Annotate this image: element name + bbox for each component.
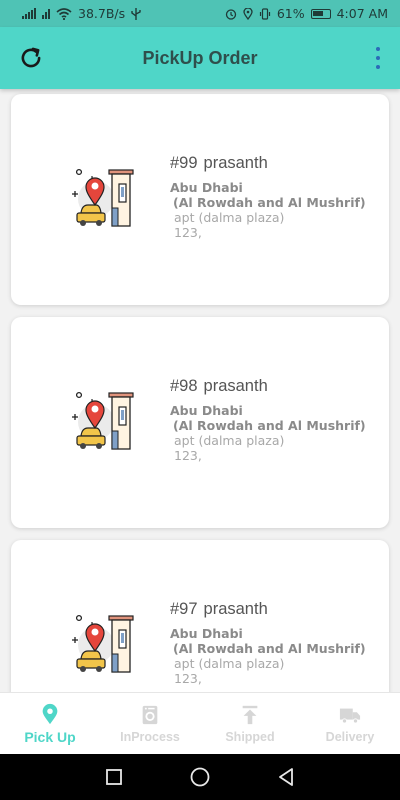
order-city: Abu Dhabi: [170, 626, 243, 641]
order-details: #97 prasanth Abu Dhabi (Al Rowdah and Al …: [170, 600, 380, 686]
order-apartment: apt (dalma plaza): [174, 210, 285, 225]
pickup-location-illustration-icon: [72, 391, 134, 450]
order-card[interactable]: #97 prasanth Abu Dhabi (Al Rowdah and Al …: [11, 540, 389, 692]
status-right: 61% 4:07 AM: [225, 6, 388, 21]
order-card[interactable]: #99 prasanth Abu Dhabi (Al Rowdah and Al …: [11, 94, 389, 305]
nav-label: Shipped: [225, 729, 275, 744]
customer-name: prasanth: [203, 154, 268, 172]
location-status-icon: [243, 7, 253, 20]
circle-icon: [190, 767, 210, 787]
back-triangle-icon: [279, 768, 293, 786]
more-options-button[interactable]: [374, 47, 382, 69]
alarm-icon: [225, 8, 236, 20]
back-button[interactable]: [243, 754, 329, 800]
order-list[interactable]: #99 prasanth Abu Dhabi (Al Rowdah and Al …: [0, 89, 400, 692]
square-icon: [106, 769, 122, 785]
status-left: 38.7B/s: [22, 6, 141, 21]
customer-name: prasanth: [203, 377, 268, 395]
order-title: #98 prasanth: [170, 377, 380, 396]
signal-x-icon: [42, 8, 50, 19]
order-area: (Al Rowdah and Al Mushrif): [173, 195, 366, 210]
nav-label: InProcess: [120, 729, 180, 744]
nav-shipped[interactable]: Shipped: [200, 693, 300, 754]
order-card[interactable]: #98 prasanth Abu Dhabi (Al Rowdah and Al …: [11, 317, 389, 528]
nav-label: Delivery: [325, 729, 375, 744]
home-button[interactable]: [157, 754, 243, 800]
vibrate-icon: [259, 7, 270, 20]
washing-machine-icon: [142, 705, 158, 724]
nav-label: Pick Up: [24, 728, 76, 745]
order-apartment: apt (dalma plaza): [174, 656, 285, 671]
more-vert-dot: [376, 56, 380, 60]
network-speed: 38.7B/s: [78, 6, 126, 21]
recents-button[interactable]: [71, 754, 157, 800]
page-title: PickUp Order: [142, 47, 258, 68]
nav-delivery[interactable]: Delivery: [300, 693, 400, 754]
order-city: Abu Dhabi: [170, 403, 243, 418]
location-pin-icon: [42, 703, 58, 724]
clock: 4:07 AM: [336, 6, 388, 21]
nav-inprocess[interactable]: InProcess: [100, 693, 200, 754]
battery-icon: [310, 8, 331, 19]
order-number: #99: [170, 154, 198, 172]
status-bar: 38.7B/s 61% 4:07 AM: [0, 0, 400, 27]
customer-name: prasanth: [203, 600, 268, 618]
order-details: #98 prasanth Abu Dhabi (Al Rowdah and Al …: [170, 377, 380, 463]
upload-icon: [242, 705, 258, 724]
truck-icon: [339, 708, 361, 724]
more-vert-dot: [376, 65, 380, 69]
order-title: #99 prasanth: [170, 154, 380, 173]
order-apartment: apt (dalma plaza): [174, 433, 285, 448]
refresh-button[interactable]: [18, 45, 44, 71]
wifi-icon: [56, 7, 72, 20]
order-city: Abu Dhabi: [170, 180, 243, 195]
usb-icon: [131, 7, 141, 20]
pickup-location-illustration-icon: [72, 168, 134, 227]
order-area: (Al Rowdah and Al Mushrif): [173, 418, 366, 433]
nav-pick-up[interactable]: Pick Up: [0, 693, 100, 754]
pickup-location-illustration-icon: [72, 614, 134, 673]
order-number: #98: [170, 377, 198, 395]
order-zip: 123,: [174, 448, 202, 463]
refresh-icon: [21, 47, 41, 68]
order-number: #97: [170, 600, 198, 618]
battery-percent: 61%: [276, 6, 305, 21]
app-bar: PickUp Order: [0, 27, 400, 89]
order-zip: 123,: [174, 671, 202, 686]
order-area: (Al Rowdah and Al Mushrif): [173, 641, 366, 656]
more-vert-icon: [376, 47, 380, 51]
order-zip: 123,: [174, 225, 202, 240]
order-title: #97 prasanth: [170, 600, 380, 619]
order-details: #99 prasanth Abu Dhabi (Al Rowdah and Al …: [170, 154, 380, 240]
system-nav-bar: [0, 754, 400, 800]
signal-icon: [22, 8, 36, 19]
bottom-nav: Pick Up InProcess Shipped Delivery: [0, 692, 400, 754]
